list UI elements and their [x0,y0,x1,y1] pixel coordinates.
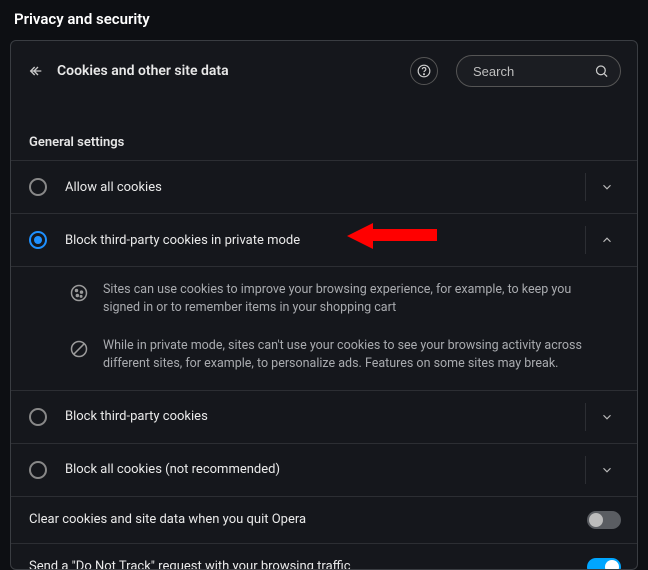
detail-text: Sites can use cookies to improve your br… [103,281,619,317]
radio-icon [29,231,47,249]
option-label: Block third-party cookies in private mod… [65,233,585,248]
search-input[interactable] [456,55,621,87]
page-title: Privacy and security [0,0,648,40]
chevron-down-icon [600,180,614,194]
collapse-button[interactable] [585,226,627,254]
panel-header: Cookies and other site data [11,41,637,97]
toggle-clear-on-quit[interactable] [587,511,621,529]
chevron-down-icon [600,463,614,477]
block-icon [69,339,89,359]
option-label: Block all cookies (not recommended) [65,462,585,477]
expand-button[interactable] [585,173,627,201]
radio-icon [29,178,47,196]
help-button[interactable] [410,57,438,85]
setting-label: Clear cookies and site data when you qui… [29,512,587,527]
cookie-icon [69,283,89,303]
chevron-up-icon [600,233,614,247]
back-button[interactable] [27,62,45,80]
toggle-do-not-track[interactable] [587,558,621,570]
expand-button[interactable] [585,456,627,484]
option-allow-all-cookies[interactable]: Allow all cookies [11,160,637,214]
setting-label: Send a "Do Not Track" request with your … [29,559,587,570]
setting-do-not-track: Send a "Do Not Track" request with your … [11,544,637,570]
option-label: Allow all cookies [65,180,585,195]
search-field [456,55,621,87]
radio-icon [29,461,47,479]
radio-icon [29,408,47,426]
arrow-left-icon [28,63,44,79]
option-block-third-party[interactable]: Block third-party cookies [11,391,637,444]
detail-row: While in private mode, sites can't use y… [11,327,637,383]
expand-button[interactable] [585,403,627,431]
chevron-down-icon [600,410,614,424]
detail-row: Sites can use cookies to improve your br… [11,271,637,327]
detail-text: While in private mode, sites can't use y… [103,337,619,373]
option-label: Block third-party cookies [65,409,585,424]
panel-title: Cookies and other site data [57,63,398,79]
setting-clear-on-quit: Clear cookies and site data when you qui… [11,497,637,544]
help-icon [417,64,431,78]
settings-panel: Cookies and other site data General sett… [10,40,638,570]
section-heading-general: General settings [11,97,637,160]
option-block-third-party-private[interactable]: Block third-party cookies in private mod… [11,214,637,267]
option-block-all-cookies[interactable]: Block all cookies (not recommended) [11,444,637,497]
option-details: Sites can use cookies to improve your br… [11,267,637,391]
